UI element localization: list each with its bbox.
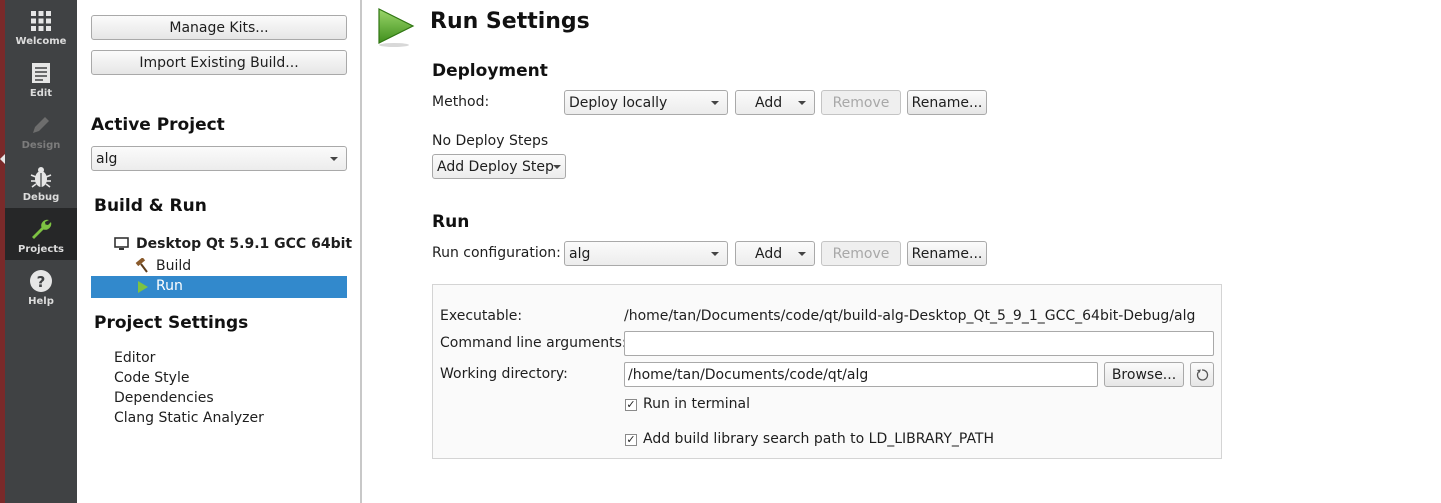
run-rename-button[interactable]: Rename... — [907, 241, 987, 266]
panel-splitter[interactable] — [360, 0, 362, 503]
kit-label: Desktop Qt 5.9.1 GCC 64bit — [136, 236, 353, 252]
add-deploy-step-label: Add Deploy Step — [437, 158, 554, 175]
working-directory-input[interactable]: /home/tan/Documents/code/qt/alg — [624, 362, 1098, 387]
settings-item-clang-static-analyzer[interactable]: Clang Static Analyzer — [114, 410, 264, 426]
tree-item-build[interactable]: Build — [134, 256, 191, 276]
mode-design: Design — [5, 104, 77, 156]
tree-item-label: Build — [156, 258, 192, 274]
mode-label: Edit — [29, 88, 53, 99]
deploy-method-value: Deploy locally — [569, 94, 668, 111]
deploy-rename-button[interactable]: Rename... — [907, 90, 987, 115]
chevron-down-icon — [798, 252, 806, 256]
pencil-icon — [33, 117, 49, 133]
run-heading: Run — [432, 212, 470, 232]
method-label: Method: — [432, 94, 490, 110]
mode-label: Design — [21, 140, 61, 151]
settings-item-dependencies[interactable]: Dependencies — [114, 390, 214, 406]
mode-label: Debug — [22, 192, 60, 203]
build-run-heading: Build & Run — [94, 196, 207, 216]
run-configuration-label: Run configuration: — [432, 245, 561, 261]
add-deploy-step-button[interactable]: Add Deploy Step — [432, 154, 566, 179]
executable-label: Executable: — [440, 308, 523, 324]
reset-directory-button[interactable] — [1190, 362, 1214, 387]
chevron-down-icon — [711, 252, 719, 256]
settings-item-editor[interactable]: Editor — [114, 350, 155, 366]
active-project-value: alg — [96, 150, 118, 167]
browse-button[interactable]: Browse... — [1104, 362, 1184, 387]
tree-item-label: Run — [156, 278, 183, 294]
import-existing-build-button[interactable]: Import Existing Build... — [91, 50, 347, 75]
run-configuration-value: alg — [569, 245, 591, 262]
mode-welcome[interactable]: Welcome — [5, 0, 77, 52]
monitor-icon — [114, 237, 129, 250]
run-remove-button: Remove — [821, 241, 901, 266]
deploy-add-button[interactable]: Add — [735, 90, 815, 115]
mode-bar: Welcome Edit Design Debug Projects ? Hel… — [0, 0, 77, 503]
run-add-label: Add — [755, 245, 783, 262]
active-project-heading: Active Project — [91, 115, 225, 135]
run-in-terminal-label: Run in terminal — [643, 396, 750, 412]
no-deploy-steps-label: No Deploy Steps — [432, 133, 549, 149]
reset-icon — [1196, 368, 1209, 381]
ld-library-path-label: Add build library search path to LD_LIBR… — [643, 431, 995, 447]
chevron-down-icon — [330, 157, 338, 161]
ld-library-path-checkbox[interactable]: ✓ — [625, 434, 637, 446]
tree-item-run[interactable]: Run — [91, 276, 347, 298]
wrench-icon — [32, 219, 52, 239]
chevron-down-icon — [711, 101, 719, 105]
mode-label: Projects — [17, 244, 64, 255]
deployment-heading: Deployment — [432, 61, 548, 81]
run-configuration-combo[interactable]: alg — [564, 241, 728, 266]
deploy-method-combo[interactable]: Deploy locally — [564, 90, 728, 115]
mode-edit[interactable]: Edit — [5, 52, 77, 104]
kit-item[interactable]: Desktop Qt 5.9.1 GCC 64bit — [114, 234, 352, 254]
deploy-remove-button: Remove — [821, 90, 901, 115]
page-title: Run Settings — [430, 9, 590, 34]
settings-item-code-style[interactable]: Code Style — [114, 370, 189, 386]
grid-icon — [31, 11, 51, 31]
command-line-arguments-label: Command line arguments: — [440, 335, 627, 351]
run-add-button[interactable]: Add — [735, 241, 815, 266]
working-directory-label: Working directory: — [440, 366, 568, 382]
chevron-down-icon — [553, 165, 561, 169]
manage-kits-button[interactable]: Manage Kits... — [91, 15, 347, 40]
command-line-arguments-input[interactable] — [624, 331, 1214, 356]
run-triangle-icon — [138, 281, 148, 293]
run-in-terminal-checkbox[interactable]: ✓ — [625, 399, 637, 411]
deploy-add-label: Add — [755, 94, 783, 111]
mode-help[interactable]: ? Help — [5, 260, 77, 312]
svg-text:?: ? — [37, 273, 46, 291]
bug-icon — [30, 167, 52, 188]
run-settings-icon — [378, 8, 415, 47]
document-icon — [32, 63, 50, 83]
mode-debug[interactable]: Debug — [5, 156, 77, 208]
chevron-down-icon — [798, 101, 806, 105]
mode-projects[interactable]: Projects — [5, 208, 77, 260]
question-icon: ? — [30, 270, 52, 292]
executable-value: /home/tan/Documents/code/qt/build-alg-De… — [624, 308, 1196, 324]
hammer-icon — [135, 258, 148, 273]
mode-label: Help — [28, 296, 54, 307]
project-settings-heading: Project Settings — [94, 313, 249, 333]
mode-label: Welcome — [15, 36, 67, 47]
active-project-combo[interactable]: alg — [91, 146, 347, 171]
